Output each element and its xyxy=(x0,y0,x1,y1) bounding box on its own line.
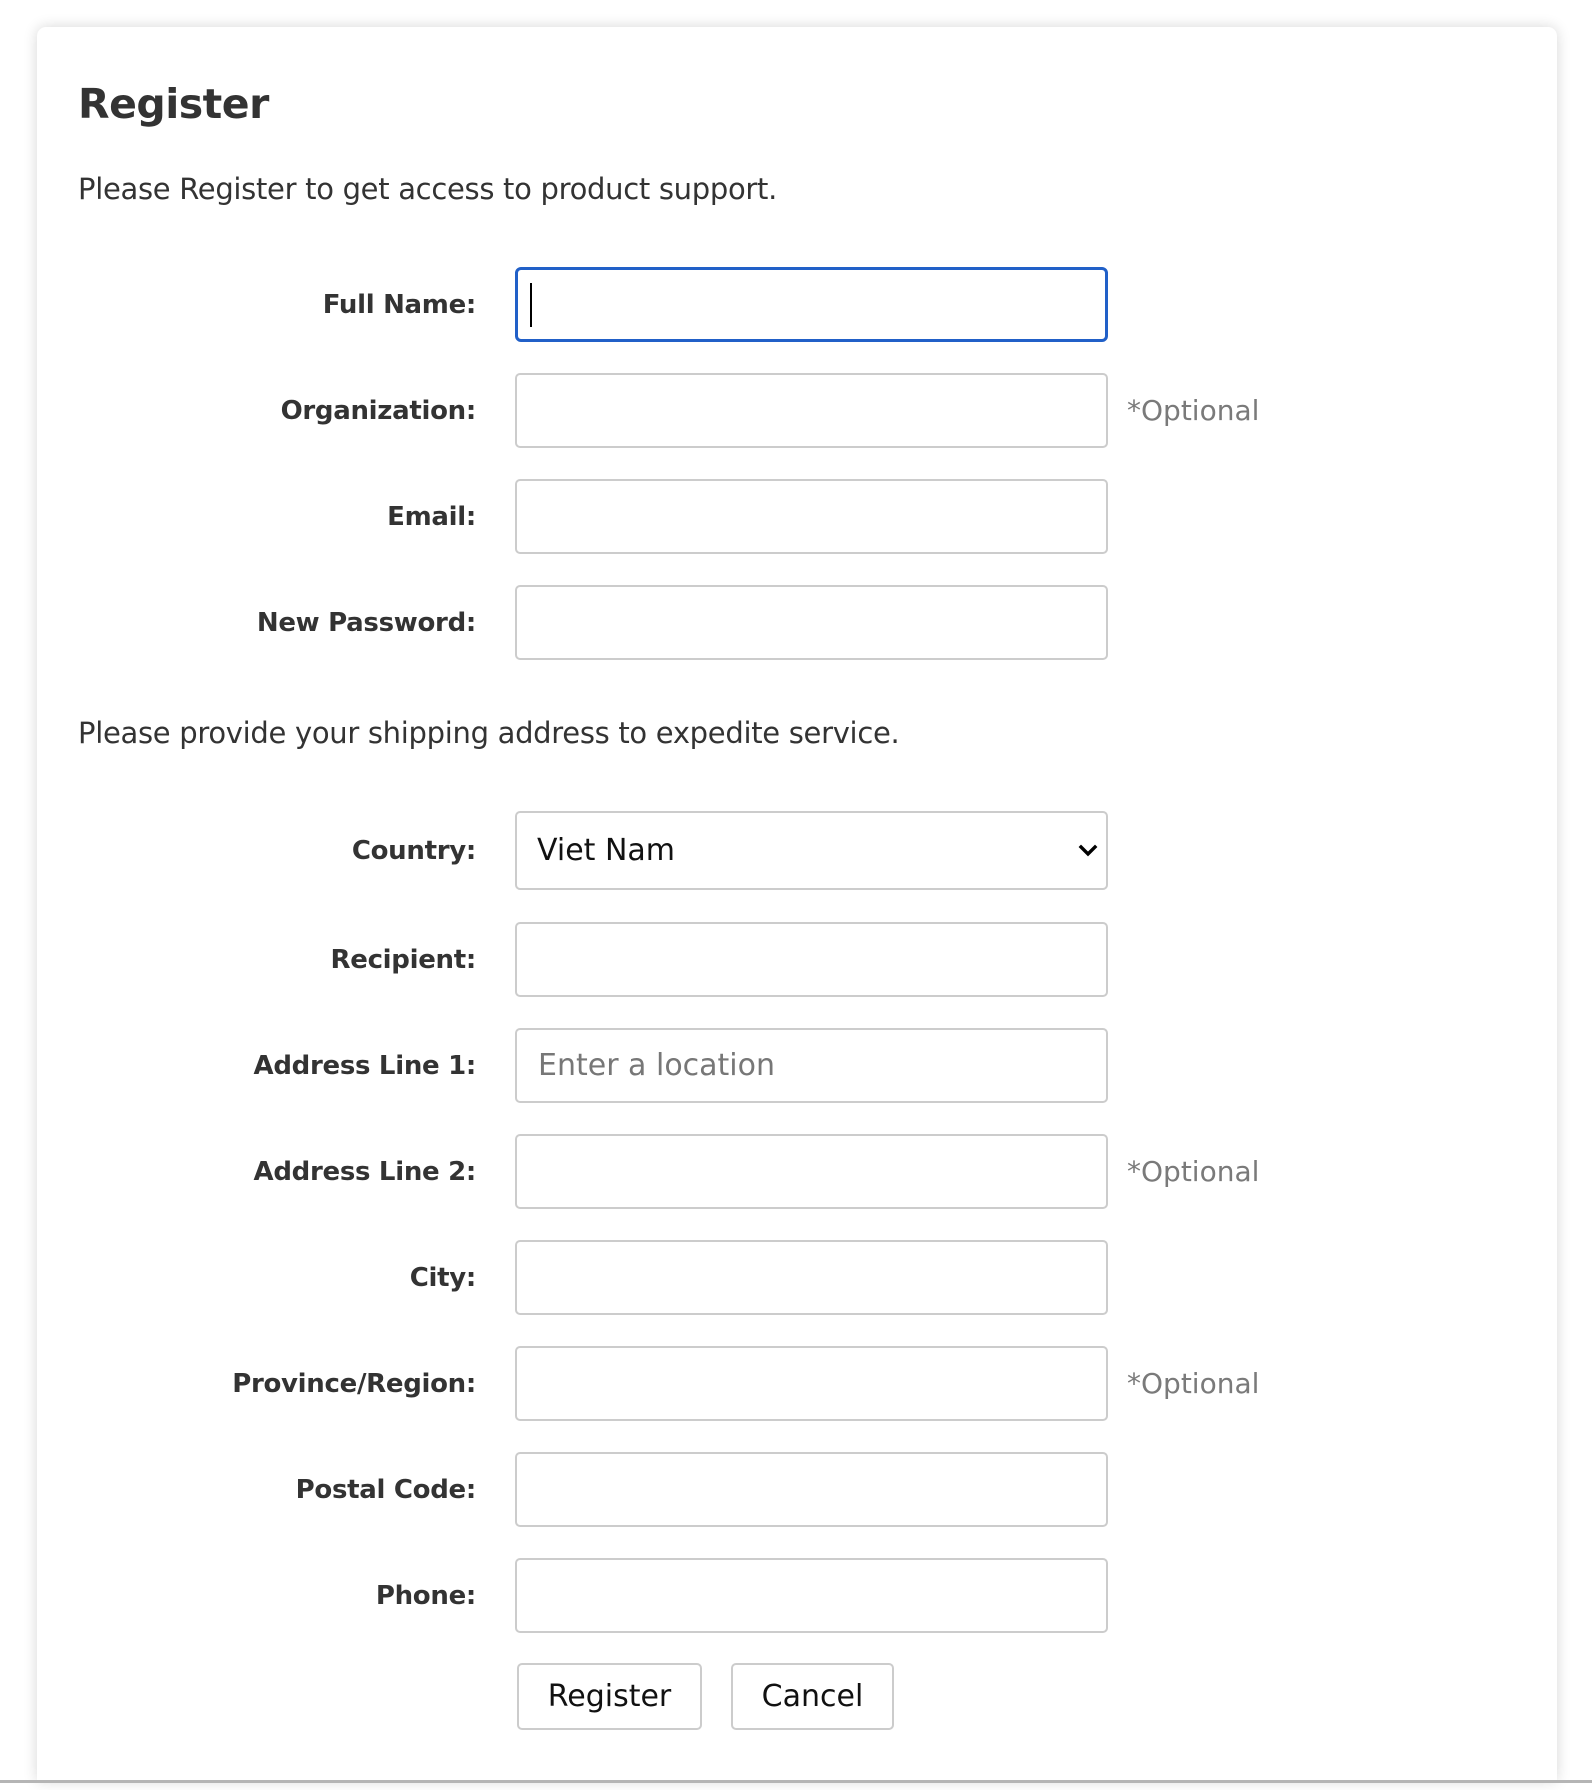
country-select[interactable]: Viet Nam xyxy=(515,811,1108,890)
country-label: Country: xyxy=(351,835,476,866)
form-row-city: City: xyxy=(0,1240,1592,1315)
address-line-2-input[interactable] xyxy=(515,1134,1108,1209)
register-button[interactable]: Register xyxy=(517,1663,702,1730)
form-row-organization: Organization: *Optional xyxy=(0,373,1592,448)
form-row-email: Email: xyxy=(0,479,1592,554)
form-row-province-region: Province/Region: *Optional xyxy=(0,1346,1592,1421)
new-password-input[interactable] xyxy=(515,585,1108,660)
city-input[interactable] xyxy=(515,1240,1108,1315)
phone-input[interactable] xyxy=(515,1558,1108,1633)
form-actions: Register Cancel xyxy=(0,1663,1592,1730)
full-name-label: Full Name: xyxy=(322,289,477,320)
page-divider xyxy=(0,1780,1592,1783)
shipping-intro-text: Please provide your shipping address to … xyxy=(78,716,900,750)
text-caret xyxy=(530,283,532,327)
postal-code-label: Postal Code: xyxy=(295,1474,477,1505)
province-region-label: Province/Region: xyxy=(232,1368,476,1399)
cancel-button[interactable]: Cancel xyxy=(731,1663,894,1730)
city-label: City: xyxy=(409,1262,477,1293)
form-row-recipient: Recipient: xyxy=(0,922,1592,997)
optional-note: *Optional xyxy=(1127,1367,1260,1400)
page-title: Register xyxy=(78,80,269,128)
full-name-input[interactable] xyxy=(515,267,1108,342)
optional-note: *Optional xyxy=(1127,394,1260,427)
phone-label: Phone: xyxy=(375,1580,476,1611)
intro-text: Please Register to get access to product… xyxy=(78,172,778,206)
address-line-1-label: Address Line 1: xyxy=(253,1050,477,1081)
country-selected-value: Viet Nam xyxy=(537,833,676,868)
recipient-input[interactable] xyxy=(515,922,1108,997)
form-row-country: Country: Viet Nam xyxy=(0,811,1592,890)
optional-note: *Optional xyxy=(1127,1155,1260,1188)
form-row-postal-code: Postal Code: xyxy=(0,1452,1592,1527)
form-row-full-name: Full Name: xyxy=(0,267,1592,342)
chevron-down-icon xyxy=(1078,844,1098,857)
new-password-label: New Password: xyxy=(256,607,476,638)
postal-code-input[interactable] xyxy=(515,1452,1108,1527)
address-line-2-label: Address Line 2: xyxy=(253,1156,477,1187)
email-label: Email: xyxy=(387,501,476,532)
organization-input[interactable] xyxy=(515,373,1108,448)
province-region-input[interactable] xyxy=(515,1346,1108,1421)
form-row-new-password: New Password: xyxy=(0,585,1592,660)
address-line-1-input[interactable] xyxy=(515,1028,1108,1103)
email-input[interactable] xyxy=(515,479,1108,554)
recipient-label: Recipient: xyxy=(330,944,477,975)
organization-label: Organization: xyxy=(280,395,477,426)
form-row-address-line-2: Address Line 2: *Optional xyxy=(0,1134,1592,1209)
form-row-phone: Phone: xyxy=(0,1558,1592,1633)
form-row-address-line-1: Address Line 1: xyxy=(0,1028,1592,1103)
